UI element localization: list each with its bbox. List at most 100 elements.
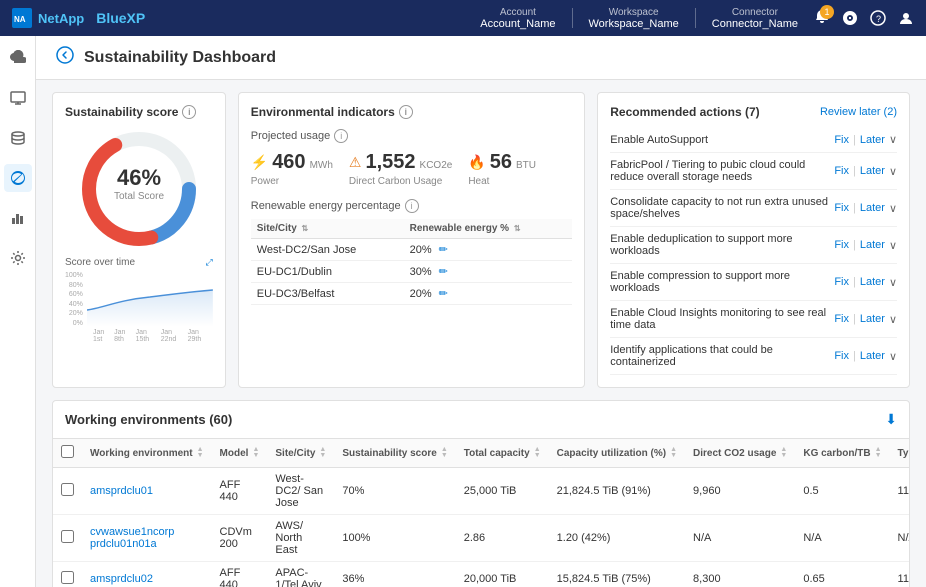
fix-link[interactable]: Fix xyxy=(834,202,849,214)
workspace-selector[interactable]: Workspace Workspace_Name xyxy=(589,7,679,30)
table-row: cvwawsue1ncorp prdclu01n01a CDVm 200 AWS… xyxy=(53,515,909,562)
page-title: Sustainability Dashboard xyxy=(84,49,276,67)
action-chevron-icon[interactable]: ∨ xyxy=(889,313,897,326)
row-env-name: amsprdclu01 xyxy=(82,468,212,515)
th-co2[interactable]: Direct CO2 usage▲▼ xyxy=(685,439,795,468)
power-metric: ⚡ 460 MWh Power xyxy=(251,151,333,187)
donut-chart: 46% Total Score xyxy=(79,129,199,249)
help-icon[interactable]: ? xyxy=(870,10,886,26)
user-icon[interactable] xyxy=(898,10,914,26)
action-links: Fix | Later ∨ xyxy=(834,350,897,363)
action-links: Fix | Later ∨ xyxy=(834,276,897,289)
edit-renewable-icon[interactable]: ✏ xyxy=(439,266,448,278)
env-link[interactable]: amsprdclu01 xyxy=(90,485,153,497)
connector-selector[interactable]: Connector Connector_Name xyxy=(712,7,798,30)
renewable-col-header[interactable]: Renewable energy % ⇅ xyxy=(404,219,573,239)
sidebar-icon-settings[interactable] xyxy=(4,244,32,272)
th-utilization[interactable]: Capacity utilization (%)▲▼ xyxy=(549,439,685,468)
action-chevron-icon[interactable]: ∨ xyxy=(889,239,897,252)
fix-link[interactable]: Fix xyxy=(834,313,849,325)
th-score[interactable]: Sustainability score▲▼ xyxy=(334,439,455,468)
later-link[interactable]: Later xyxy=(860,313,885,325)
renewable-pct: 30% ✏ xyxy=(404,261,573,283)
later-link[interactable]: Later xyxy=(860,134,885,146)
score-info-icon[interactable]: i xyxy=(182,105,196,119)
action-chevron-icon[interactable]: ∨ xyxy=(889,276,897,289)
renewable-info-icon[interactable]: i xyxy=(405,199,419,213)
sidebar-icon-monitor[interactable] xyxy=(4,84,32,112)
th-working-env[interactable]: Working environment▲▼ xyxy=(82,439,212,468)
settings-icon[interactable] xyxy=(842,10,858,26)
env-card-title: Environmental indicators i xyxy=(251,105,573,119)
projected-usage-label: Projected usage i xyxy=(251,129,573,143)
action-chevron-icon[interactable]: ∨ xyxy=(889,202,897,215)
th-kg-carbon[interactable]: KG carbon/TB▲▼ xyxy=(795,439,889,468)
edit-renewable-icon[interactable]: ✏ xyxy=(439,244,448,256)
table-header-row: Working environment▲▼ Model▲▼ Site/City▲… xyxy=(53,439,909,468)
account-selector[interactable]: Account Account_Name xyxy=(480,7,555,30)
later-link[interactable]: Later xyxy=(860,165,885,177)
action-text: Consolidate capacity to not run extra un… xyxy=(610,196,834,220)
projected-info-icon[interactable]: i xyxy=(334,129,348,143)
action-text: Enable AutoSupport xyxy=(610,134,834,146)
metrics-row: ⚡ 460 MWh Power ⚠ 1,552 xyxy=(251,151,573,187)
th-capacity[interactable]: Total capacity▲▼ xyxy=(456,439,549,468)
fix-link[interactable]: Fix xyxy=(834,276,849,288)
back-icon[interactable] xyxy=(56,46,74,69)
row-model: AFF 440 xyxy=(212,562,268,587)
action-chevron-icon[interactable]: ∨ xyxy=(889,133,897,146)
th-typical-kwh[interactable]: Typical kWh usage▲▼ xyxy=(890,439,909,468)
select-all-checkbox[interactable] xyxy=(61,445,74,458)
fix-link[interactable]: Fix xyxy=(834,350,849,362)
edit-renewable-icon[interactable]: ✏ xyxy=(439,288,448,300)
recommended-actions-card: Recommended actions (7) Review later (2)… xyxy=(597,92,910,388)
later-link[interactable]: Later xyxy=(860,350,885,362)
score-card-title: Sustainability score i xyxy=(65,105,213,119)
row-capacity: 2.86 xyxy=(456,515,549,562)
notifications-bell[interactable]: 1 xyxy=(814,9,830,28)
score-line-chart xyxy=(87,272,213,327)
row-checkbox[interactable] xyxy=(53,468,82,515)
env-link[interactable]: cvwawsue1ncorp prdclu01n01a xyxy=(90,526,174,550)
action-chevron-icon[interactable]: ∨ xyxy=(889,350,897,363)
row-checkbox[interactable] xyxy=(53,515,82,562)
later-link[interactable]: Later xyxy=(860,239,885,251)
notification-count: 1 xyxy=(820,5,834,19)
score-time-title: Score over time ⤢ xyxy=(65,257,213,268)
row-typical-kwh: 11,895 xyxy=(890,562,909,587)
site-col-header[interactable]: Site/City ⇅ xyxy=(251,219,404,239)
renewable-table: Site/City ⇅ Renewable energy % ⇅ West-DC… xyxy=(251,219,573,305)
env-link[interactable]: amsprdclu02 xyxy=(90,573,153,585)
heat-metric: 🔥 56 BTU Heat xyxy=(468,151,536,187)
sidebar-icon-cloud[interactable] xyxy=(4,44,32,72)
power-value: 460 MWh xyxy=(272,151,333,174)
row-checkbox[interactable] xyxy=(53,562,82,587)
page-header: Sustainability Dashboard xyxy=(36,36,926,80)
action-links: Fix | Later ∨ xyxy=(834,313,897,326)
heat-icon: 🔥 xyxy=(468,154,485,171)
download-icon[interactable]: ⬇ xyxy=(885,411,897,428)
sidebar-icon-sustainability[interactable] xyxy=(4,164,32,192)
carbon-metric: ⚠ 1,552 KCO2e Direct Carbon Usage xyxy=(349,151,452,187)
sidebar-icon-database[interactable] xyxy=(4,124,32,152)
fix-link[interactable]: Fix xyxy=(834,239,849,251)
sidebar-icon-chart[interactable] xyxy=(4,204,32,232)
th-model[interactable]: Model▲▼ xyxy=(212,439,268,468)
left-sidebar xyxy=(0,36,36,587)
fix-link[interactable]: Fix xyxy=(834,165,849,177)
th-site[interactable]: Site/City▲▼ xyxy=(267,439,334,468)
nav-icons: 1 ? xyxy=(814,9,914,28)
later-link[interactable]: Later xyxy=(860,202,885,214)
action-chevron-icon[interactable]: ∨ xyxy=(889,165,897,178)
row-site: West-DC2/ San Jose xyxy=(267,468,334,515)
row-typical-kwh: 11,895 xyxy=(890,468,909,515)
env-info-icon[interactable]: i xyxy=(399,105,413,119)
later-link[interactable]: Later xyxy=(860,276,885,288)
fix-link[interactable]: Fix xyxy=(834,134,849,146)
expand-chart-icon[interactable]: ⤢ xyxy=(206,257,213,268)
row-env-name: amsprdclu02 xyxy=(82,562,212,587)
action-text: Enable Cloud Insights monitoring to see … xyxy=(610,307,834,331)
review-later-link[interactable]: Review later (2) xyxy=(820,106,897,118)
row-env-name: cvwawsue1ncorp prdclu01n01a xyxy=(82,515,212,562)
select-all-col[interactable] xyxy=(53,439,82,468)
